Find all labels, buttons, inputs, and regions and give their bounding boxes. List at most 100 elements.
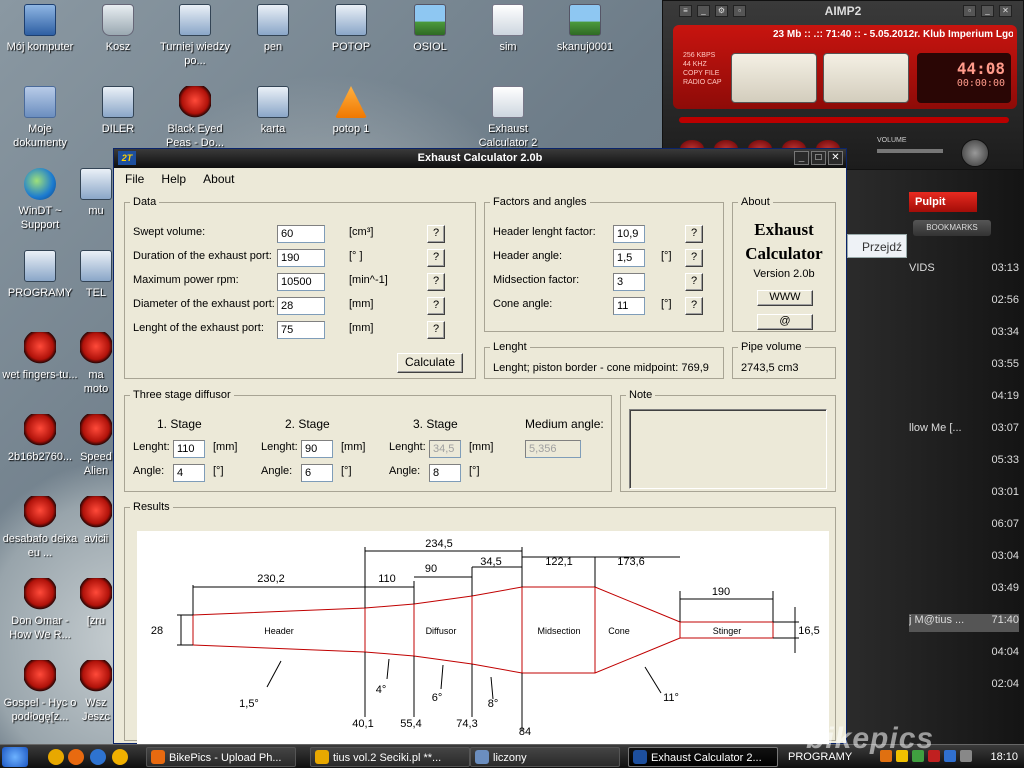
max-rpm-help-button[interactable]: ? bbox=[427, 273, 445, 291]
desktop-icon-avicii[interactable]: avicii bbox=[78, 496, 114, 546]
aimp-min-button[interactable]: _ bbox=[981, 5, 994, 17]
desktop-icon-programy[interactable]: PROGRAMY bbox=[0, 250, 80, 300]
desktop-icon-potop-1[interactable]: potop 1 bbox=[311, 86, 391, 136]
volume-icon[interactable] bbox=[960, 750, 972, 762]
stage1-length-input[interactable]: 110 bbox=[173, 440, 205, 458]
menu-file[interactable]: File bbox=[120, 168, 149, 190]
playlist-row[interactable]: 04:19 bbox=[909, 390, 1019, 408]
port-diameter-help-button[interactable]: ? bbox=[427, 297, 445, 315]
aimp-minimize-button[interactable]: _ bbox=[697, 5, 710, 17]
task-bikepics[interactable]: BikePics - Upload Ph... bbox=[146, 747, 296, 767]
port-diameter-input[interactable]: 28 bbox=[277, 297, 325, 315]
playlist-row[interactable]: 02:04 bbox=[909, 678, 1019, 696]
minimize-button[interactable]: _ bbox=[794, 151, 809, 165]
task-aimp[interactable]: tius vol.2 Seciki.pl **... bbox=[310, 747, 470, 767]
desktop-icon-don-omar[interactable]: Don Omar - How We R... bbox=[0, 578, 80, 642]
desktop-icon-karta[interactable]: karta bbox=[233, 86, 313, 136]
desktop-icon-2b16b[interactable]: 2b16b2760... bbox=[0, 414, 80, 464]
midsection-factor-input[interactable]: 3 bbox=[613, 273, 645, 291]
task-liczony[interactable]: liczony bbox=[470, 747, 620, 767]
task-exhaust-calculator[interactable]: Exhaust Calculator 2... bbox=[628, 747, 778, 767]
desktop-icon-recycle-bin[interactable]: Kosz bbox=[78, 4, 158, 54]
aimp-close-button[interactable]: ✕ bbox=[999, 5, 1012, 17]
desktop-icon-wet-fingers[interactable]: wet fingers-tu... bbox=[0, 332, 80, 382]
desktop-icon-speed-alien[interactable]: Speed Alien bbox=[78, 414, 114, 478]
desktop-icon-potop[interactable]: POTOP bbox=[311, 4, 391, 54]
header-length-factor-help-button[interactable]: ? bbox=[685, 225, 703, 243]
port-length-help-button[interactable]: ? bbox=[427, 321, 445, 339]
playlist-row[interactable]: 02:56 bbox=[909, 294, 1019, 312]
desktop-icon-turniej[interactable]: Turniej wiedzy po... bbox=[155, 4, 235, 68]
menu-help[interactable]: Help bbox=[156, 168, 191, 190]
playlist-row[interactable]: 06:07 bbox=[909, 518, 1019, 536]
desktop-icon-skanuj[interactable]: skanuj0001 bbox=[545, 4, 625, 54]
header-length-factor-input[interactable]: 10,9 bbox=[613, 225, 645, 243]
cone-angle-help-button[interactable]: ? bbox=[685, 297, 703, 315]
duration-help-button[interactable]: ? bbox=[427, 249, 445, 267]
desktop-icon-pen[interactable]: pen bbox=[233, 4, 313, 54]
swept-volume-input[interactable]: 60 bbox=[277, 225, 325, 243]
playlist-row[interactable]: 03:01 bbox=[909, 486, 1019, 504]
desktop-icon-black-eyed-peas[interactable]: Black Eyed Peas - Do... bbox=[155, 86, 235, 150]
bookmarks-button[interactable]: BOOKMARKS bbox=[913, 220, 991, 236]
stage2-angle-input[interactable]: 6 bbox=[301, 464, 333, 482]
note-textarea[interactable] bbox=[629, 409, 827, 489]
quicklaunch-gg-icon[interactable] bbox=[112, 749, 128, 765]
volume-slider[interactable] bbox=[877, 149, 943, 153]
header-angle-help-button[interactable]: ? bbox=[685, 249, 703, 267]
quicklaunch-firefox-icon[interactable] bbox=[68, 749, 84, 765]
stage3-angle-input[interactable]: 8 bbox=[429, 464, 461, 482]
aimp-mini-button[interactable]: ▫ bbox=[733, 5, 746, 17]
playlist-row[interactable]: llow Me [... 03:07 bbox=[909, 422, 1019, 440]
close-button[interactable]: ✕ bbox=[828, 151, 843, 165]
desktop-icon-tel[interactable]: TEL bbox=[78, 250, 114, 300]
playlist-row-selected[interactable]: j M@tius ... 71:40 bbox=[909, 614, 1019, 632]
quicklaunch-media-icon[interactable] bbox=[90, 749, 106, 765]
desktop-icon-diler[interactable]: DILER bbox=[78, 86, 158, 136]
browser-go-button[interactable]: Przejdź bbox=[847, 234, 907, 258]
aimp-menu-button[interactable]: ≡ bbox=[679, 5, 692, 17]
stage2-length-input[interactable]: 90 bbox=[301, 440, 333, 458]
playlist-row[interactable]: 03:34 bbox=[909, 326, 1019, 344]
start-button[interactable] bbox=[2, 747, 28, 767]
desktop-icon-sim[interactable]: sim bbox=[468, 4, 548, 54]
header-angle-input[interactable]: 1,5 bbox=[613, 249, 645, 267]
stage1-angle-input[interactable]: 4 bbox=[173, 464, 205, 482]
desktop-icon-gospel[interactable]: Gospel - Hyc o podłogę[z... bbox=[0, 660, 80, 724]
midsection-factor-help-button[interactable]: ? bbox=[685, 273, 703, 291]
tray-icon[interactable] bbox=[944, 750, 956, 762]
desktop-icon-my-documents[interactable]: Moje dokumenty bbox=[0, 86, 80, 150]
window-titlebar[interactable]: 2T Exhaust Calculator 2.0b _ □ ✕ bbox=[114, 149, 846, 168]
playlist-row[interactable]: 04:04 bbox=[909, 646, 1019, 664]
email-button[interactable]: @ bbox=[757, 314, 813, 330]
desktop-icon-desabafo[interactable]: desabafo deixa eu ... bbox=[0, 496, 80, 560]
max-rpm-input[interactable]: 10500 bbox=[277, 273, 325, 291]
aimp-eq-button[interactable] bbox=[961, 139, 989, 167]
calculate-button[interactable]: Calculate bbox=[397, 353, 463, 373]
www-button[interactable]: WWW bbox=[757, 290, 813, 306]
desktop-icon-mu[interactable]: mu bbox=[78, 168, 114, 218]
duration-input[interactable]: 190 bbox=[277, 249, 325, 267]
desktop-icon-ma-moto[interactable]: ma moto bbox=[78, 332, 114, 396]
maximize-button[interactable]: □ bbox=[811, 151, 826, 165]
playlist-row[interactable]: VIDS 03:13 bbox=[909, 262, 1019, 280]
aimp-settings-button[interactable]: ⚙ bbox=[715, 5, 728, 17]
desktop-icon-windt[interactable]: WinDT ~ Support bbox=[0, 168, 80, 232]
cone-angle-input[interactable]: 11 bbox=[613, 297, 645, 315]
playlist-row[interactable]: 05:33 bbox=[909, 454, 1019, 472]
desktop-icon-zru[interactable]: [zru bbox=[78, 578, 114, 628]
desktop-icon-my-computer[interactable]: Mój komputer bbox=[0, 4, 80, 54]
port-length-input[interactable]: 75 bbox=[277, 321, 325, 339]
playlist-row[interactable]: 03:49 bbox=[909, 582, 1019, 600]
quicklaunch-aimp-icon[interactable] bbox=[48, 749, 64, 765]
playlist-row[interactable]: 03:04 bbox=[909, 550, 1019, 568]
desktop-icon-exhaust-calc[interactable]: Exhaust Calculator 2 bbox=[468, 86, 548, 150]
swept-volume-help-button[interactable]: ? bbox=[427, 225, 445, 243]
menu-about[interactable]: About bbox=[198, 168, 239, 190]
desktop-icon-wsz[interactable]: Wsz Jeszc bbox=[78, 660, 114, 724]
desktop-icon-osiol[interactable]: OSIOL bbox=[390, 4, 470, 54]
playlist-row[interactable]: 03:55 bbox=[909, 358, 1019, 376]
aimp-restore-button[interactable]: ▫ bbox=[963, 5, 976, 17]
playlist-tab-pulpit[interactable]: Pulpit bbox=[909, 192, 977, 212]
aimp-seek-bar[interactable] bbox=[679, 117, 1009, 123]
